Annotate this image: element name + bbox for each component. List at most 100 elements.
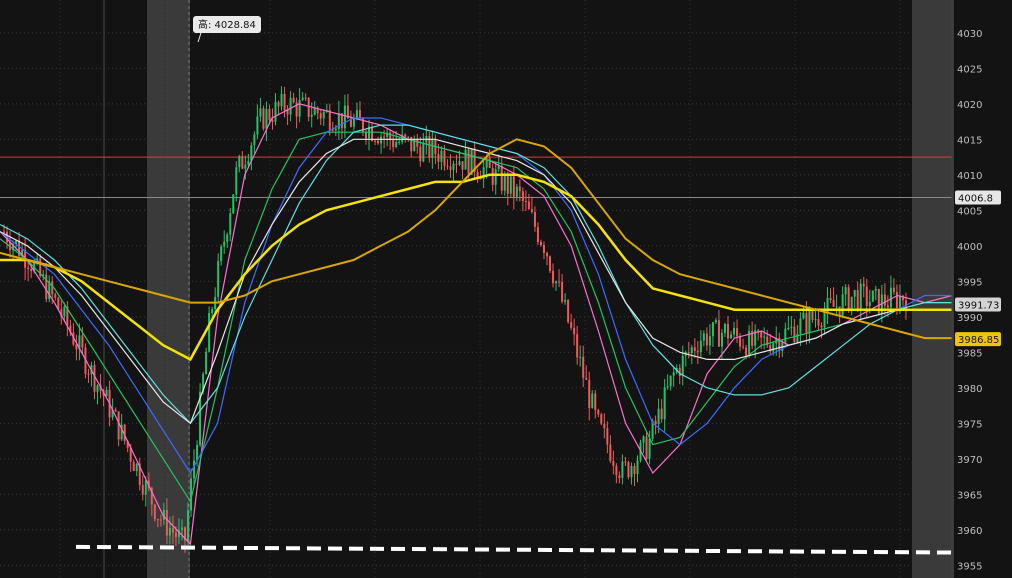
candle-body — [503, 175, 506, 191]
candle-body — [853, 290, 856, 297]
candle-body — [570, 322, 573, 328]
candle-body — [298, 99, 301, 117]
candle-body — [268, 109, 271, 121]
candle-body — [455, 163, 458, 165]
candle-body — [355, 110, 358, 119]
candle-body — [886, 305, 889, 308]
candle-body — [630, 466, 633, 478]
candle-body — [253, 134, 256, 146]
candle-body — [790, 326, 793, 328]
candle-body — [567, 300, 570, 323]
candle-body — [579, 356, 582, 358]
candle-body — [392, 140, 395, 147]
candle-body — [838, 306, 841, 316]
candle-body — [542, 244, 545, 253]
candle-body — [235, 167, 238, 195]
tick-label: 3985 — [957, 348, 982, 359]
candle-body — [241, 156, 244, 169]
candle-body — [564, 300, 567, 302]
candle-body — [823, 312, 826, 328]
candle-body — [829, 297, 832, 300]
candle-body — [256, 116, 259, 135]
candle-body — [660, 408, 663, 420]
candle-body — [491, 167, 494, 185]
candle-body — [745, 347, 748, 356]
candle-body — [446, 165, 449, 167]
candle-body — [868, 301, 871, 306]
tick-label: 4010 — [957, 171, 982, 182]
candle-body — [847, 287, 850, 311]
candle-body — [621, 461, 624, 478]
candle-body — [506, 175, 509, 194]
candle-body — [739, 336, 742, 347]
candle-body — [371, 126, 374, 141]
candle-body — [856, 290, 859, 310]
candle-body — [727, 323, 729, 339]
tick-label: 4005 — [957, 206, 982, 217]
price-chart[interactable]: 3955 3960 3965 3970 3975 3980 3985 3990 3995 4000… — [0, 0, 1012, 578]
candle-body — [211, 309, 214, 313]
candle-body — [733, 328, 736, 335]
candle-body — [265, 109, 268, 129]
candle-body — [153, 504, 156, 520]
candle-body — [141, 485, 144, 495]
candle-body — [334, 128, 337, 131]
candle-body — [552, 270, 555, 284]
candle-body — [799, 318, 802, 334]
candle-body — [808, 311, 811, 334]
candle-body — [135, 463, 138, 472]
price-badge-label: 3986.85 — [958, 335, 999, 346]
candle-body — [208, 312, 211, 352]
candle-body — [609, 444, 612, 462]
candle-body — [223, 241, 226, 247]
candle-body — [723, 323, 726, 333]
candle-body — [283, 93, 286, 111]
candle-body — [232, 194, 235, 214]
candle-body — [760, 331, 763, 338]
candle-body — [730, 334, 733, 339]
tick-label: 4025 — [957, 64, 982, 75]
candle-body — [555, 281, 558, 284]
candle-body — [874, 289, 877, 291]
candle-body — [322, 111, 325, 119]
candle-body — [576, 334, 579, 358]
candle-body — [398, 141, 401, 143]
tick-label: 3955 — [957, 561, 982, 572]
candle-body — [642, 436, 645, 443]
candle-body — [217, 261, 220, 297]
tick-label: 3965 — [957, 490, 982, 501]
candle-body — [645, 436, 648, 459]
candle-body — [883, 294, 886, 306]
price-badge-label: 3991.73 — [958, 301, 999, 312]
candle-body — [720, 332, 723, 347]
tick-label: 3995 — [957, 277, 982, 288]
candle-body — [437, 154, 440, 162]
candle-body — [736, 328, 739, 337]
candle-body — [536, 226, 539, 242]
candle-body — [87, 373, 90, 375]
candle-body — [51, 281, 54, 295]
candle-body — [461, 161, 464, 170]
candle-body — [54, 294, 57, 298]
candle-body — [289, 97, 292, 115]
candle-body — [844, 287, 847, 295]
candle-body — [699, 340, 702, 353]
candle-body — [805, 312, 808, 334]
candle-body — [440, 150, 443, 162]
candle-body — [711, 322, 714, 337]
candle-body — [220, 246, 223, 262]
candle-body — [407, 136, 410, 138]
candle-body — [168, 528, 171, 536]
candle-body — [132, 461, 135, 472]
candle-body — [814, 319, 817, 321]
high-label: 高: 4028.84 — [198, 18, 256, 31]
candle-body — [594, 393, 597, 410]
candle-body — [159, 519, 162, 521]
candle-body — [93, 365, 96, 392]
candle-body — [708, 336, 711, 346]
candle-body — [898, 295, 901, 309]
candle-body — [165, 509, 168, 536]
candle-body — [205, 351, 208, 375]
candle-body — [793, 326, 796, 343]
candle-body — [174, 532, 177, 538]
